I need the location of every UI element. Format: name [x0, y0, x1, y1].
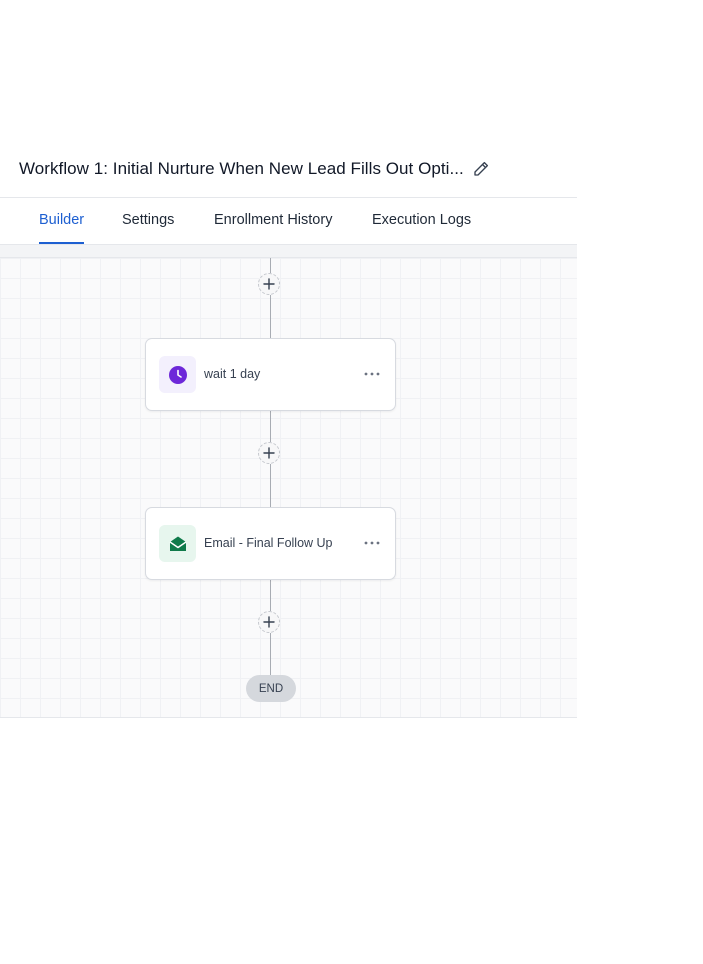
step-menu-button[interactable]: [361, 363, 383, 385]
connector-line: [270, 633, 271, 675]
workflow-title: Workflow 1: Initial Nurture When New Lea…: [19, 159, 464, 178]
workflow-header: Workflow 1: Initial Nurture When New Lea…: [0, 144, 577, 198]
plus-icon: [263, 278, 275, 290]
plus-icon: [263, 616, 275, 628]
canvas-toolbar: [0, 245, 577, 258]
more-horizontal-icon: [364, 541, 380, 545]
email-step-label: Email - Final Follow Up: [204, 536, 333, 550]
end-node: END: [246, 675, 296, 702]
add-step-button[interactable]: [258, 273, 280, 295]
connector-line: [270, 411, 271, 442]
tab-enrollment-history[interactable]: Enrollment History: [214, 198, 332, 244]
envelope-open-icon: [169, 536, 186, 551]
wait-step-label: wait 1 day: [204, 367, 261, 381]
more-horizontal-icon: [364, 372, 380, 376]
add-step-button[interactable]: [258, 442, 280, 464]
add-step-button[interactable]: [258, 611, 280, 633]
email-step-card[interactable]: Email - Final Follow Up: [145, 507, 396, 580]
workflow-builder-app: Workflow 1: Initial Nurture When New Lea…: [0, 0, 703, 964]
wait-step-icon-box: [159, 356, 196, 393]
tab-bar: Builder Settings Enrollment History Exec…: [0, 198, 577, 245]
tab-settings[interactable]: Settings: [122, 198, 174, 244]
tab-execution-logs[interactable]: Execution Logs: [372, 198, 471, 244]
workflow-canvas[interactable]: wait 1 day Email - Final Follow Up: [0, 258, 577, 718]
connector-line: [270, 580, 271, 611]
connector-line: [270, 258, 271, 273]
email-step-icon-box: [159, 525, 196, 562]
clock-icon: [168, 365, 187, 384]
connector-line: [270, 464, 271, 507]
plus-icon: [263, 447, 275, 459]
tab-builder[interactable]: Builder: [39, 198, 85, 244]
step-menu-button[interactable]: [361, 532, 383, 554]
pencil-icon: [474, 161, 489, 176]
edit-title-button[interactable]: [470, 158, 492, 180]
wait-step-card[interactable]: wait 1 day: [145, 338, 396, 411]
connector-line: [270, 295, 271, 338]
